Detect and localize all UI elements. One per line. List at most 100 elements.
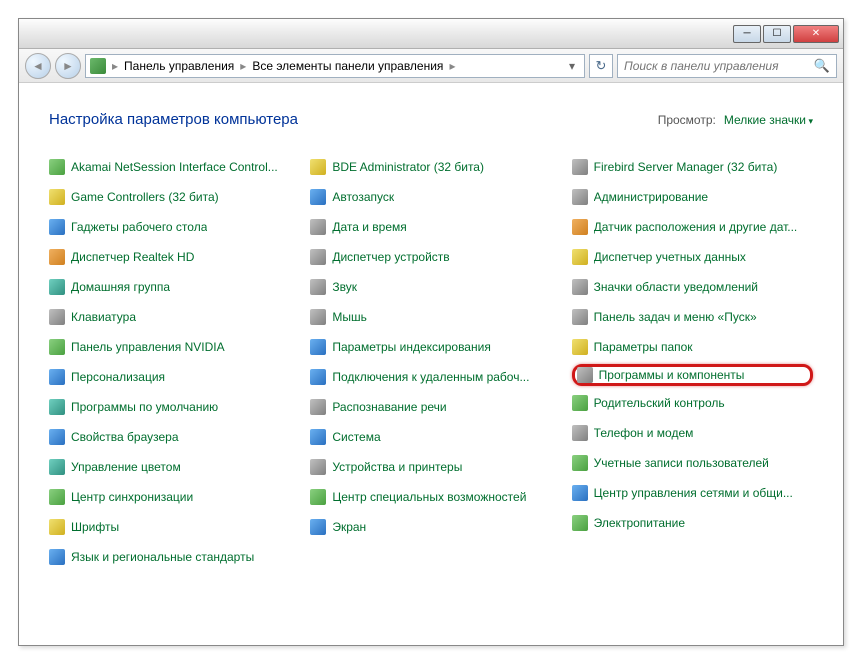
item-label: Параметры папок — [594, 340, 693, 354]
minimize-button[interactable]: ─ — [733, 25, 761, 43]
item-label: Программы по умолчанию — [71, 400, 218, 414]
item-icon — [49, 429, 65, 445]
control-panel-item[interactable]: Экран — [310, 516, 551, 538]
control-panel-item[interactable]: Телефон и модем — [572, 422, 813, 444]
control-panel-item[interactable]: Распознавание речи — [310, 396, 551, 418]
item-label: Устройства и принтеры — [332, 460, 462, 474]
back-button[interactable]: ◄ — [25, 53, 51, 79]
item-label: Firebird Server Manager (32 бита) — [594, 160, 778, 174]
column: Firebird Server Manager (32 бита) Админис… — [572, 156, 813, 568]
item-icon — [310, 249, 326, 265]
control-panel-item[interactable]: Game Controllers (32 бита) — [49, 186, 290, 208]
close-button[interactable]: ✕ — [793, 25, 839, 43]
column: Akamai NetSession Interface Control... Ga… — [49, 156, 290, 568]
control-panel-item[interactable]: Язык и региональные стандарты — [49, 546, 290, 568]
item-icon — [49, 519, 65, 535]
control-panel-item[interactable]: Диспетчер Realtek HD — [49, 246, 290, 268]
breadcrumb-root[interactable]: Панель управления — [124, 59, 234, 73]
item-icon — [49, 459, 65, 475]
control-panel-item[interactable]: Электропитание — [572, 512, 813, 534]
item-icon — [572, 309, 588, 325]
item-label: Панель управления NVIDIA — [71, 340, 225, 354]
item-label: Подключения к удаленным рабоч... — [332, 370, 529, 384]
address-bar[interactable]: ▸ Панель управления ▸ Все элементы панел… — [85, 54, 585, 78]
item-label: Персонализация — [71, 370, 165, 384]
control-panel-item[interactable]: Akamai NetSession Interface Control... — [49, 156, 290, 178]
control-panel-item[interactable]: Подключения к удаленным рабоч... — [310, 366, 551, 388]
item-icon — [572, 249, 588, 265]
titlebar: ─ ☐ ✕ — [19, 19, 843, 49]
item-icon — [49, 279, 65, 295]
item-icon — [310, 219, 326, 235]
item-icon — [572, 279, 588, 295]
maximize-button[interactable]: ☐ — [763, 25, 791, 43]
item-icon — [310, 399, 326, 415]
search-icon[interactable]: 🔍 — [814, 58, 830, 74]
item-label: Домашняя группа — [71, 280, 170, 294]
control-panel-item[interactable]: Система — [310, 426, 551, 448]
item-icon — [572, 189, 588, 205]
item-label: Значки области уведомлений — [594, 280, 758, 294]
search-box[interactable]: 🔍 — [617, 54, 837, 78]
address-dropdown[interactable]: ▾ — [564, 59, 580, 73]
control-panel-item[interactable]: Устройства и принтеры — [310, 456, 551, 478]
item-label: Датчик расположения и другие дат... — [594, 220, 798, 234]
control-panel-item[interactable]: Дата и время — [310, 216, 551, 238]
control-panel-item[interactable]: Параметры индексирования — [310, 336, 551, 358]
control-panel-item[interactable]: Firebird Server Manager (32 бита) — [572, 156, 813, 178]
item-icon — [572, 515, 588, 531]
navbar: ◄ ► ▸ Панель управления ▸ Все элементы п… — [19, 49, 843, 83]
item-label: Язык и региональные стандарты — [71, 550, 254, 564]
control-panel-item[interactable]: Программы по умолчанию — [49, 396, 290, 418]
view-dropdown[interactable]: Мелкие значки — [724, 113, 813, 127]
control-panel-item[interactable]: Панель задач и меню «Пуск» — [572, 306, 813, 328]
item-label: Центр специальных возможностей — [332, 490, 526, 504]
control-panel-item[interactable]: Персонализация — [49, 366, 290, 388]
control-panel-item[interactable]: Диспетчер устройств — [310, 246, 551, 268]
control-panel-item[interactable]: Управление цветом — [49, 456, 290, 478]
item-icon — [572, 339, 588, 355]
control-panel-item[interactable]: BDE Administrator (32 бита) — [310, 156, 551, 178]
item-label: Game Controllers (32 бита) — [71, 190, 219, 204]
item-icon — [49, 339, 65, 355]
item-label: Звук — [332, 280, 357, 294]
control-panel-item[interactable]: Программы и компоненты — [572, 364, 813, 386]
control-panel-item[interactable]: Свойства браузера — [49, 426, 290, 448]
item-icon — [572, 455, 588, 471]
control-panel-item[interactable]: Шрифты — [49, 516, 290, 538]
explorer-window: ─ ☐ ✕ ◄ ► ▸ Панель управления ▸ Все элем… — [18, 18, 844, 646]
control-panel-item[interactable]: Гаджеты рабочего стола — [49, 216, 290, 238]
control-panel-item[interactable]: Центр синхронизации — [49, 486, 290, 508]
control-panel-item[interactable]: Диспетчер учетных данных — [572, 246, 813, 268]
control-panel-item[interactable]: Центр управления сетями и общи... — [572, 482, 813, 504]
item-label: Программы и компоненты — [599, 368, 745, 382]
control-panel-item[interactable]: Параметры папок — [572, 336, 813, 358]
item-label: Автозапуск — [332, 190, 394, 204]
control-panel-item[interactable]: Мышь — [310, 306, 551, 328]
item-label: Диспетчер учетных данных — [594, 250, 746, 264]
control-panel-item[interactable]: Центр специальных возможностей — [310, 486, 551, 508]
control-panel-item[interactable]: Звук — [310, 276, 551, 298]
item-icon — [310, 489, 326, 505]
control-panel-item[interactable]: Учетные записи пользователей — [572, 452, 813, 474]
control-panel-item[interactable]: Клавиатура — [49, 306, 290, 328]
column: BDE Administrator (32 бита) Автозапуск Дат… — [310, 156, 551, 568]
item-label: Параметры индексирования — [332, 340, 490, 354]
control-panel-item[interactable]: Администрирование — [572, 186, 813, 208]
refresh-button[interactable]: ↻ — [589, 54, 613, 78]
breadcrumb-sep: ▸ — [449, 59, 455, 73]
control-panel-item[interactable]: Датчик расположения и другие дат... — [572, 216, 813, 238]
item-icon — [49, 549, 65, 565]
item-icon — [310, 279, 326, 295]
item-icon — [49, 249, 65, 265]
forward-button[interactable]: ► — [55, 53, 81, 79]
search-input[interactable] — [624, 59, 814, 73]
control-panel-item[interactable]: Родительский контроль — [572, 392, 813, 414]
control-panel-item[interactable]: Значки области уведомлений — [572, 276, 813, 298]
control-panel-item[interactable]: Автозапуск — [310, 186, 551, 208]
control-panel-item[interactable]: Домашняя группа — [49, 276, 290, 298]
item-label: Клавиатура — [71, 310, 136, 324]
breadcrumb-current[interactable]: Все элементы панели управления — [252, 59, 443, 73]
control-panel-item[interactable]: Панель управления NVIDIA — [49, 336, 290, 358]
item-icon — [49, 189, 65, 205]
